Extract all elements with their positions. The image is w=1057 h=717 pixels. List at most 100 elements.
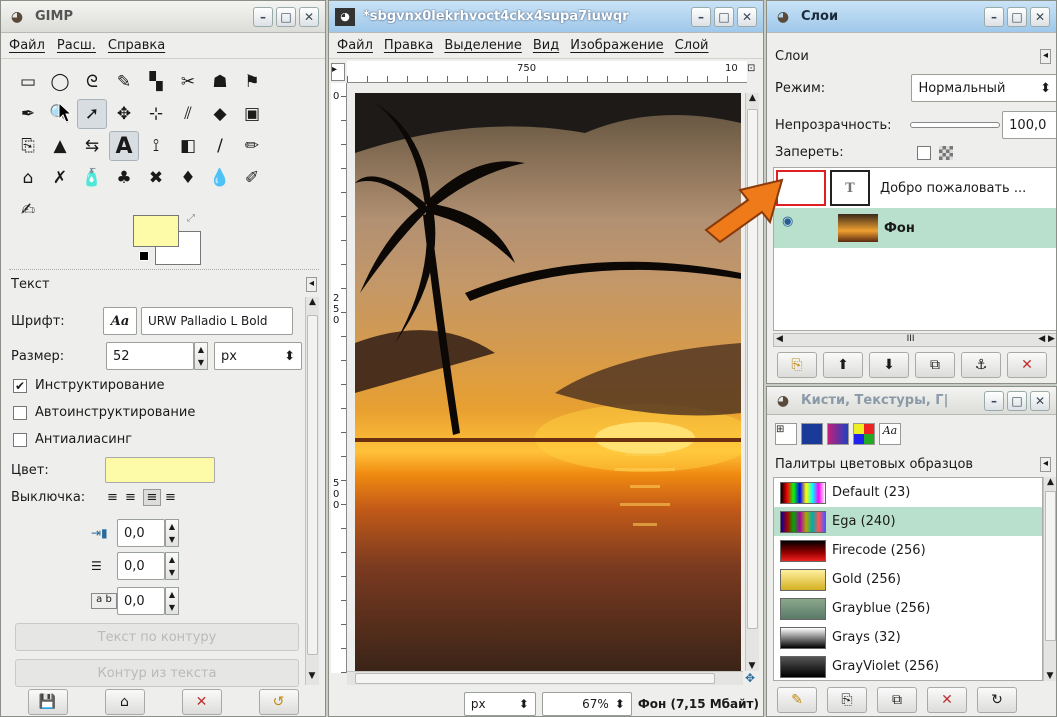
duplicate-palette-icon[interactable]: ⧉ <box>877 687 917 713</box>
opacity-input[interactable]: 100,0 <box>1002 111 1056 139</box>
raise-layer-icon[interactable]: ⬆ <box>823 352 863 378</box>
color-picker-tool-icon[interactable]: ✒ <box>13 99 43 129</box>
perspective-clone-tool-icon[interactable]: ♦ <box>173 163 203 193</box>
line-spacing-stepper[interactable]: ▲ ▼ <box>165 552 179 580</box>
autohint-checkbox[interactable] <box>13 405 27 420</box>
patterns-tab-icon[interactable] <box>801 423 823 445</box>
navigate-cross-icon[interactable]: ✥ <box>745 671 761 685</box>
color-select-tool-icon[interactable]: ▚ <box>141 67 171 97</box>
lasso-tool-icon[interactable]: ᘓ <box>77 67 107 97</box>
default-colors-icon[interactable] <box>139 251 149 261</box>
menu-select[interactable]: Выделение <box>444 38 521 53</box>
font-chooser-button[interactable]: Aa <box>103 307 137 335</box>
lock-alpha-checkbox[interactable] <box>917 145 931 160</box>
mode-select[interactable]: Нормальный ⬍ <box>911 74 1056 102</box>
crop-tool-icon[interactable]: ⫽ <box>173 99 203 129</box>
new-palette-icon[interactable]: ⎘ <box>827 687 867 713</box>
foreground-color-swatch[interactable] <box>133 215 179 247</box>
palette-item[interactable]: Default (23) <box>774 478 1042 507</box>
zoom-select[interactable]: 67% ⬍ <box>541 692 632 716</box>
align-tool-icon[interactable]: ⊹ <box>141 99 171 129</box>
close-button[interactable]: ✕ <box>1030 390 1050 411</box>
smudge-tool-icon[interactable]: ✐ <box>237 163 267 193</box>
hinting-checkbox[interactable]: ✔ <box>13 378 27 393</box>
ruler-top[interactable]: 750 10 <box>347 61 747 83</box>
panel-menu-icon[interactable]: ◂ <box>1039 457 1051 472</box>
move-tool-icon[interactable]: ✥ <box>109 99 139 129</box>
delete-palette-icon[interactable]: ✕ <box>927 687 967 713</box>
palettes-tab-icon[interactable] <box>853 423 875 445</box>
fuzzy-select-tool-icon[interactable]: ✎ <box>109 67 139 97</box>
line-spacing-input[interactable]: 0,0 <box>117 552 165 580</box>
toolbox-titlebar[interactable]: ◕ GIMP – □ ✕ <box>1 1 325 33</box>
heal-tool-icon[interactable]: ✖ <box>141 163 171 193</box>
anchor-layer-icon[interactable]: ⚓ <box>961 352 1001 378</box>
palette-item[interactable]: Ega (240) <box>774 507 1042 536</box>
gradients-tab-icon[interactable] <box>827 423 849 445</box>
font-input[interactable]: URW Palladio L Bold <box>141 307 293 335</box>
quick-mask-icon[interactable]: ▸ <box>331 63 345 81</box>
maximize-button[interactable]: □ <box>714 6 734 27</box>
minimize-button[interactable]: – <box>691 6 711 27</box>
foreground-select-tool-icon[interactable]: ☗ <box>205 67 235 97</box>
menu-file[interactable]: Файл <box>9 38 45 53</box>
justify-right-icon[interactable]: ≡ <box>125 490 143 505</box>
path-from-text-button[interactable]: Контур из текста <box>15 659 299 687</box>
justify-center-icon[interactable]: ≡ <box>143 489 161 506</box>
refresh-palettes-icon[interactable]: ↻ <box>977 687 1017 713</box>
image-titlebar[interactable]: ◕ *sbgvnx0lekrhvoct4ckx4supa7iuwqr – □ ✕ <box>329 1 763 33</box>
maximize-button[interactable]: □ <box>1007 390 1027 411</box>
ellipse-select-tool-icon[interactable]: ◯ <box>45 67 75 97</box>
new-layer-icon[interactable]: ⎘ <box>777 352 817 378</box>
menu-layer[interactable]: Слой <box>675 38 709 53</box>
panel-menu-icon[interactable]: ◂ <box>305 277 317 292</box>
minimize-button[interactable]: – <box>984 390 1004 411</box>
justify-fill-icon[interactable]: ≡ <box>165 490 183 505</box>
menu-view[interactable]: Вид <box>533 38 559 53</box>
size-input[interactable]: 52 <box>106 342 194 370</box>
rotate-tool-icon[interactable]: ◆ <box>205 99 235 129</box>
scissors-tool-icon[interactable]: ✂ <box>173 67 203 97</box>
maximize-button[interactable]: □ <box>1007 6 1027 27</box>
swap-colors-icon[interactable]: ⤢ <box>187 213 195 224</box>
palettes-titlebar[interactable]: ◕ Кисти, Текстуры, Г| – □ ✕ <box>767 387 1056 415</box>
text-tool-icon[interactable]: A <box>109 131 139 161</box>
indent-stepper[interactable]: ▲ ▼ <box>165 519 179 547</box>
panel-menu-icon[interactable]: ◂ <box>1039 49 1051 64</box>
close-button[interactable]: ✕ <box>1030 6 1050 27</box>
ruler-left[interactable]: 0 2 5 0 5 0 0 <box>331 83 347 673</box>
palette-item[interactable]: Firecode (256) <box>774 536 1042 565</box>
scale-tool-icon[interactable]: ▣ <box>237 99 267 129</box>
justify-left-icon[interactable]: ≡ <box>107 490 125 505</box>
reset-options-icon[interactable]: ↺ <box>258 689 299 715</box>
rect-select-tool-icon[interactable]: ▭ <box>13 67 43 97</box>
antialias-checkbox[interactable] <box>13 432 27 447</box>
blur-tool-icon[interactable]: 💧 <box>205 163 235 193</box>
fonts-tab-icon[interactable]: Aa <box>879 423 901 445</box>
menu-edit[interactable]: Правка <box>384 38 433 53</box>
unit-select[interactable]: px ⬍ <box>214 342 302 370</box>
menu-image[interactable]: Изображение <box>570 38 663 53</box>
delete-layer-icon[interactable]: ✕ <box>1007 352 1047 378</box>
restore-options-icon[interactable]: ⌂ <box>104 689 145 715</box>
close-button[interactable]: ✕ <box>299 6 319 27</box>
paintbrush-tool-icon[interactable]: ✏ <box>237 131 267 161</box>
palette-item[interactable]: Grays (32) <box>774 623 1042 652</box>
blend-tool-icon[interactable]: ◧ <box>173 131 203 161</box>
canvas-hscroll[interactable] <box>347 671 743 685</box>
close-button[interactable]: ✕ <box>737 6 757 27</box>
ink-tool-icon[interactable]: 🧴 <box>77 163 107 193</box>
layer-row[interactable]: ◉ Фон <box>774 208 1056 248</box>
unit-select[interactable]: px ⬍ <box>463 692 536 716</box>
menu-extensions[interactable]: Расш. <box>57 38 96 53</box>
layers-titlebar[interactable]: ◕ Слои – □ ✕ <box>767 1 1056 33</box>
canvas-image[interactable] <box>355 93 741 671</box>
text-along-path-button[interactable]: Текст по контуру <box>15 623 299 651</box>
delete-options-icon[interactable]: ✕ <box>181 689 222 715</box>
layers-hscroll[interactable]: ◀ III ◀ ▶ <box>773 333 1056 347</box>
letter-spacing-input[interactable]: 0,0 <box>117 587 165 615</box>
airbrush-tool-icon[interactable]: ✗ <box>45 163 75 193</box>
perspective-tool-icon[interactable]: ▲ <box>45 131 75 161</box>
dodge-burn-tool-icon[interactable]: ✍ <box>13 195 43 225</box>
palette-item[interactable]: Grayblue (256) <box>774 594 1042 623</box>
